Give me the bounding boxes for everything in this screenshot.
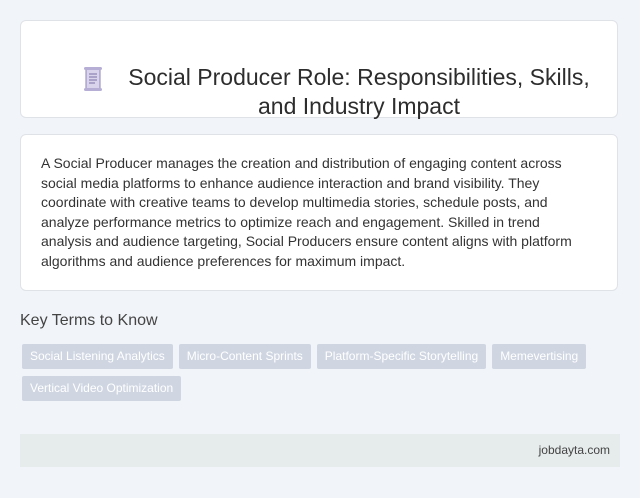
title-card: Social Producer Role: Responsibilities, …	[20, 20, 618, 119]
tag-vertical-video-optimization[interactable]: Vertical Video Optimization	[22, 376, 182, 401]
description-card: A Social Producer manages the creation a…	[20, 134, 618, 291]
tag-social-listening-analytics[interactable]: Social Listening Analytics	[22, 344, 173, 369]
tag-memevertising[interactable]: Memevertising	[492, 344, 587, 369]
description-text: A Social Producer manages the creation a…	[41, 155, 572, 269]
key-terms-tags: Social Listening Analytics Micro-Content…	[22, 344, 602, 401]
page-title: Social Producer Role: Responsibilities, …	[128, 64, 590, 119]
tag-micro-content-sprints[interactable]: Micro-Content Sprints	[178, 344, 311, 369]
key-terms-heading: Key Terms to Know	[20, 312, 158, 329]
footer: jobdayta.com	[20, 434, 620, 467]
document-scroll-icon	[83, 66, 103, 92]
footer-site-link[interactable]: jobdayta.com	[539, 443, 610, 457]
tag-platform-specific-storytelling[interactable]: Platform-Specific Storytelling	[316, 344, 487, 369]
